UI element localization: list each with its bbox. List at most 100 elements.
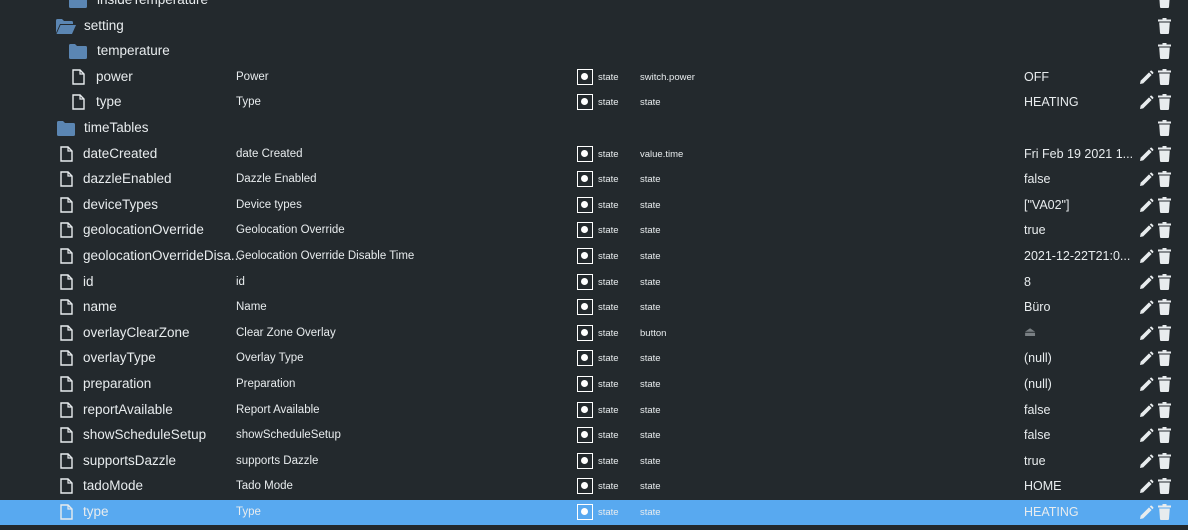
object-id: geolocationOverride	[83, 222, 204, 238]
delete-icon[interactable]	[1158, 43, 1171, 60]
tree-folder-row[interactable]: setting	[0, 14, 1188, 39]
tree-folder-row[interactable]: timeTables	[0, 116, 1188, 141]
tree-state-row[interactable]: power Power state switch.power OFF	[0, 65, 1188, 90]
delete-icon[interactable]	[1158, 248, 1171, 264]
object-value: 2021-12-22T21:0...	[1024, 249, 1131, 263]
edit-icon[interactable]	[1138, 326, 1154, 342]
object-value: Büro	[1024, 300, 1051, 315]
delete-icon[interactable]	[1158, 120, 1171, 136]
file-icon	[60, 453, 73, 469]
state-type-icon	[577, 376, 593, 392]
delete-icon[interactable]	[1158, 17, 1171, 34]
delete-icon[interactable]	[1158, 452, 1171, 469]
edit-icon[interactable]	[1138, 403, 1154, 419]
tree-state-row[interactable]: geolocationOverride Geolocation Override s…	[0, 218, 1188, 243]
delete-icon[interactable]	[1158, 299, 1171, 316]
trigger-button[interactable]: ⏏	[1024, 324, 1134, 340]
edit-icon[interactable]	[1138, 95, 1154, 111]
tree-state-row[interactable]: overlayClearZone Clear Zone Overlay state b…	[0, 321, 1188, 346]
delete-icon[interactable]	[1158, 196, 1171, 213]
tree-state-row[interactable]: supportsDazzle supports Dazzle state state t…	[0, 449, 1188, 474]
object-id: power	[96, 68, 133, 84]
delete-icon[interactable]	[1158, 94, 1171, 111]
delete-icon[interactable]	[1158, 0, 1171, 8]
object-type: state	[598, 174, 619, 186]
object-value: HEATING	[1024, 505, 1079, 519]
tree-state-row[interactable]: preparation Preparation state state (null)	[0, 372, 1188, 397]
edit-icon[interactable]	[1138, 172, 1154, 188]
tree-state-row[interactable]: geolocationOverrideDisa... Geolocation Ov…	[0, 244, 1188, 269]
edit-icon[interactable]	[1138, 479, 1154, 495]
delete-icon[interactable]	[1158, 427, 1171, 444]
object-value: OFF	[1024, 69, 1049, 84]
edit-icon[interactable]	[1138, 223, 1154, 239]
object-id: supportsDazzle	[83, 452, 177, 468]
edit-icon[interactable]	[1138, 300, 1154, 316]
object-type: state	[598, 455, 619, 467]
edit-icon[interactable]	[1138, 505, 1154, 521]
edit-icon[interactable]	[1138, 377, 1154, 393]
object-type: state	[598, 481, 619, 493]
object-id: geolocationOverrideDisa...	[83, 248, 243, 263]
tree-state-row[interactable]: name Name state state Büro	[0, 295, 1188, 320]
object-type: state	[598, 327, 619, 339]
object-title: Report Available	[236, 403, 320, 416]
tree-state-row[interactable]: dateCreated date Created state value.time Fr…	[0, 142, 1188, 167]
delete-icon[interactable]	[1158, 350, 1171, 367]
edit-icon[interactable]	[1138, 275, 1154, 291]
file-icon	[60, 401, 73, 418]
edit-icon[interactable]	[1138, 249, 1154, 265]
edit-icon[interactable]	[1138, 70, 1154, 86]
object-type: state	[598, 353, 619, 365]
state-type-icon	[577, 222, 593, 239]
delete-icon[interactable]	[1158, 376, 1171, 392]
object-type: state	[598, 430, 619, 442]
tree-state-row[interactable]: dazzleEnabled Dazzle Enabled state state fal…	[0, 167, 1188, 192]
state-type-icon	[577, 478, 593, 495]
delete-icon[interactable]	[1158, 324, 1171, 341]
tree-state-row[interactable]: id id state state 8	[0, 270, 1188, 295]
object-id: id	[83, 273, 94, 289]
delete-icon[interactable]	[1158, 145, 1171, 162]
state-type-icon	[577, 248, 593, 264]
edit-icon[interactable]	[1138, 428, 1154, 444]
delete-icon[interactable]	[1158, 273, 1171, 290]
state-type-icon	[577, 196, 593, 213]
state-type-icon	[577, 401, 593, 418]
folder-icon	[69, 0, 87, 8]
tree-state-row[interactable]: type Type state state HEATING	[0, 90, 1188, 115]
tree-folder-row[interactable]: temperature	[0, 39, 1188, 64]
state-type-icon	[577, 299, 593, 316]
tree-state-row[interactable]: reportAvailable Report Available state stat…	[0, 398, 1188, 423]
object-value: ["VA02"]	[1024, 197, 1070, 212]
object-role: state	[640, 225, 661, 237]
tree-state-row[interactable]: overlayType Overlay Type state state (null)	[0, 346, 1188, 371]
object-type: state	[598, 199, 619, 211]
delete-icon[interactable]	[1158, 401, 1171, 418]
delete-icon[interactable]	[1158, 68, 1171, 85]
object-role: state	[640, 97, 661, 109]
object-role: state	[640, 199, 661, 211]
object-title: Dazzle Enabled	[236, 173, 317, 186]
delete-icon[interactable]	[1158, 504, 1171, 520]
delete-icon[interactable]	[1158, 478, 1171, 495]
tree-state-row[interactable]: showScheduleSetup showScheduleSetup state s…	[0, 423, 1188, 448]
state-type-icon	[577, 350, 593, 367]
edit-icon[interactable]	[1138, 351, 1154, 367]
edit-icon[interactable]	[1138, 147, 1154, 163]
object-value: HOME	[1024, 479, 1062, 494]
delete-icon[interactable]	[1158, 222, 1171, 239]
tree-folder-row[interactable]: insideTemperature	[0, 0, 1188, 13]
tree-state-row[interactable]: tadoMode Tado Mode state state HOME	[0, 474, 1188, 499]
object-value: false	[1024, 428, 1051, 443]
object-role: state	[640, 481, 661, 493]
tree-state-row[interactable]: type Type state state HEATING	[0, 500, 1188, 525]
object-title: Geolocation Override Disable Time	[236, 250, 415, 262]
delete-icon[interactable]	[1158, 171, 1171, 188]
state-type-icon	[577, 68, 593, 85]
object-title: Name	[236, 301, 267, 314]
folder-icon	[57, 121, 75, 136]
tree-state-row[interactable]: deviceTypes Device types state state ["VA02"…	[0, 193, 1188, 218]
edit-icon[interactable]	[1138, 198, 1154, 214]
edit-icon[interactable]	[1138, 454, 1154, 470]
